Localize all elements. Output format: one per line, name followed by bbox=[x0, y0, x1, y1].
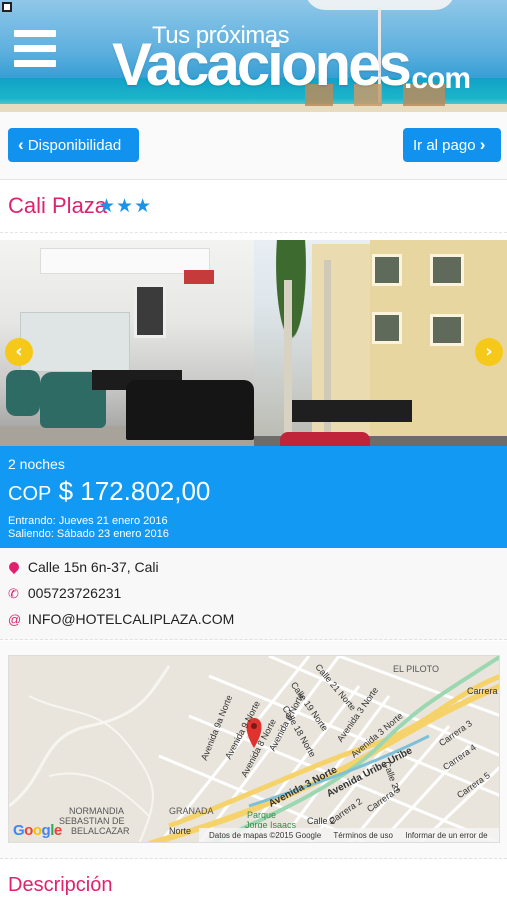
check-out-date: Saliendo: Sábado 23 enero 2016 bbox=[8, 528, 169, 540]
description-heading: Descripción bbox=[8, 874, 113, 896]
chevron-right-icon: › bbox=[479, 135, 486, 154]
phone-row[interactable]: ✆ 005723726231 bbox=[8, 582, 121, 604]
map-label: Norte bbox=[169, 826, 192, 836]
map-label: Calle 2 bbox=[307, 816, 336, 826]
location-map[interactable]: EL PILOTO Carrera Calle 21 Norte Calle 1… bbox=[8, 655, 500, 843]
hotel-name: Cali Plaza bbox=[8, 193, 108, 218]
location-pin-icon bbox=[6, 559, 22, 575]
map-data-credit: Datos de mapas ©2015 Google bbox=[209, 831, 322, 840]
nights-count: 2 noches bbox=[8, 456, 65, 472]
photo-gallery[interactable]: ‹ › bbox=[0, 240, 507, 446]
go-to-payment-label: Ir al pago bbox=[413, 137, 476, 154]
map-label: GRANADA bbox=[169, 806, 214, 816]
map-label: EL PILOTO bbox=[393, 664, 440, 674]
lobby-photo bbox=[0, 240, 254, 446]
navigation-bar: ‹ Disponibilidad Ir al pago › bbox=[0, 112, 507, 180]
phone-text[interactable]: 005723726231 bbox=[28, 585, 121, 601]
header-banner: Tus próximas Vacaciones .com bbox=[0, 0, 507, 112]
gallery-next-button[interactable]: › bbox=[475, 338, 503, 366]
map-attribution: Datos de mapas ©2015 Google Términos de … bbox=[199, 828, 499, 842]
check-in-date: Entrando: Jueves 21 enero 2016 bbox=[8, 515, 168, 527]
hotel-stars-rating: ★★★ bbox=[98, 195, 153, 217]
window-corner-icon bbox=[2, 2, 12, 12]
address-text: Calle 15n 6n-37, Cali bbox=[27, 559, 159, 575]
price-currency: COP bbox=[8, 483, 52, 505]
availability-button-label: Disponibilidad bbox=[27, 137, 122, 154]
at-sign-icon: @ bbox=[8, 612, 22, 627]
hotel-title-row: Cali Plaza ★★★ bbox=[0, 181, 507, 233]
logo-main-text[interactable]: Vacaciones bbox=[112, 30, 412, 100]
google-logo: Google bbox=[13, 822, 62, 839]
logo-suffix: .com bbox=[404, 62, 471, 95]
email-row[interactable]: @ INFO@HOTELCALIPLAZA.COM bbox=[8, 608, 234, 630]
price-amount: $ 172.802,00 bbox=[58, 476, 211, 506]
map-section: EL PILOTO Carrera Calle 21 Norte Calle 1… bbox=[0, 641, 507, 859]
gallery-prev-button[interactable]: ‹ bbox=[5, 338, 33, 366]
price-summary: 2 noches COP $ 172.802,00 Entrando: Juev… bbox=[0, 446, 507, 548]
facade-photo bbox=[254, 240, 507, 446]
contact-info: Calle 15n 6n-37, Cali ✆ 005723726231 @ I… bbox=[0, 548, 507, 640]
map-label: BELALCAZAR bbox=[71, 826, 130, 836]
address-row: Calle 15n 6n-37, Cali bbox=[6, 556, 159, 578]
map-terms-link[interactable]: Términos de uso bbox=[333, 831, 393, 840]
email-text[interactable]: INFO@HOTELCALIPLAZA.COM bbox=[28, 611, 234, 627]
map-label: SEBASTIAN DE bbox=[59, 816, 125, 826]
map-label: Parque bbox=[247, 810, 277, 820]
map-label: NORMANDIA bbox=[69, 806, 125, 816]
hamburger-menu-icon[interactable] bbox=[14, 30, 56, 76]
map-label: Carrera bbox=[467, 686, 498, 696]
chevron-left-icon: ‹ bbox=[18, 135, 24, 154]
availability-button[interactable]: ‹ Disponibilidad bbox=[8, 128, 139, 162]
total-price: COP $ 172.802,00 bbox=[8, 476, 210, 507]
go-to-payment-button[interactable]: Ir al pago › bbox=[403, 128, 501, 162]
phone-icon: ✆ bbox=[8, 586, 19, 601]
